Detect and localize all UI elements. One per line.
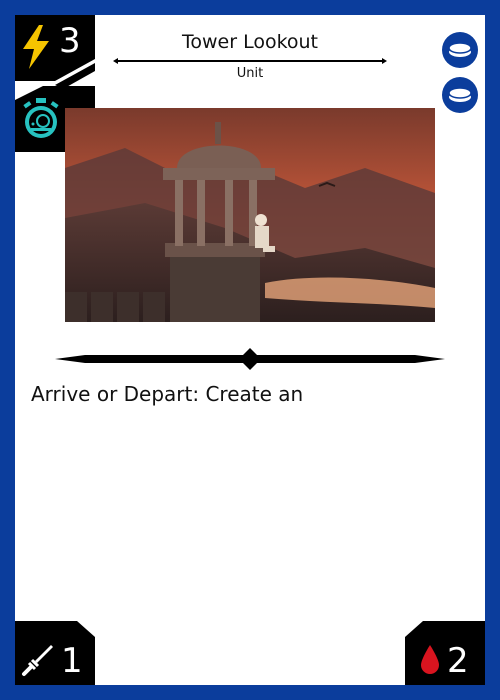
card-type: Unit	[236, 66, 264, 81]
card[interactable]: 3 Tower Lookout Unit Arrive or Depart: C…	[15, 15, 485, 685]
health-badge-shape	[405, 621, 485, 685]
card-title: Tower Lookout	[181, 31, 319, 53]
cost-value: 3	[59, 21, 81, 61]
title-rule	[113, 58, 387, 64]
health-value: 2	[447, 641, 469, 681]
card-frame: 3 Tower Lookout Unit Arrive or Depart: C…	[0, 0, 500, 700]
cost-badge: 3	[15, 15, 95, 95]
card-art	[65, 108, 435, 322]
health-badge: 2	[405, 621, 485, 685]
rules-text: Arrive or Depart: Create an	[31, 382, 304, 406]
power-value: 1	[61, 641, 83, 681]
divider	[55, 348, 445, 370]
power-badge: 1	[15, 621, 95, 685]
token-icon	[442, 77, 478, 113]
token-icon	[442, 32, 478, 68]
